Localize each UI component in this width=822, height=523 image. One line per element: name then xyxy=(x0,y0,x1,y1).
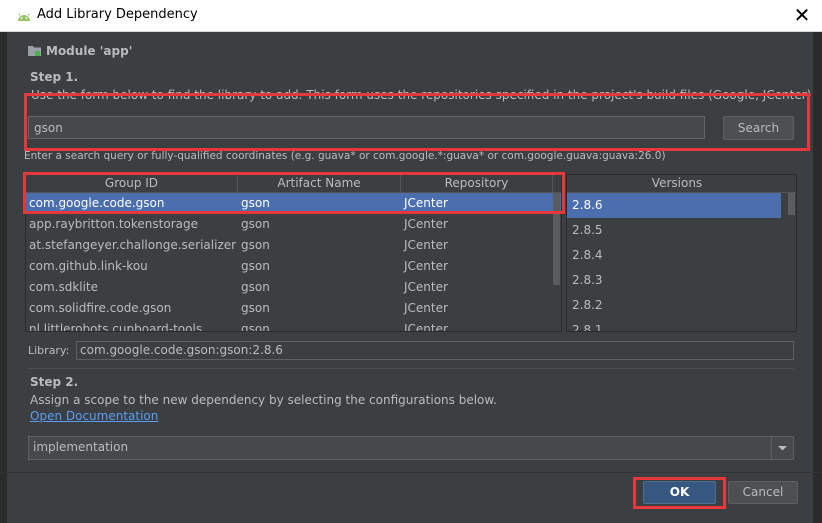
search-input[interactable] xyxy=(28,116,705,139)
versions-scrollbar-thumb[interactable] xyxy=(788,193,795,215)
cell-group-id: com.sdklite xyxy=(29,280,99,294)
footer-divider xyxy=(0,472,822,473)
cell-artifact: gson xyxy=(241,196,270,210)
table-row[interactable]: at.stefangeyer.challonge.serializer gson… xyxy=(26,235,561,256)
table-row[interactable]: com.google.code.gson gson JCenter xyxy=(26,193,561,214)
version-item[interactable]: 2.8.1 xyxy=(567,318,781,331)
table-row[interactable]: nl.littlerobots.cupboard-tools gson JCen… xyxy=(26,319,561,332)
window-title: Add Library Dependency xyxy=(37,7,198,22)
module-name: Module 'app' xyxy=(46,44,133,58)
cell-group-id: app.raybritton.tokenstorage xyxy=(29,217,198,231)
cell-repository: JCenter xyxy=(404,217,448,231)
close-icon[interactable]: ✕ xyxy=(788,2,816,28)
version-item[interactable]: 2.8.3 xyxy=(567,268,781,293)
results-header: Group ID Artifact Name Repository xyxy=(26,175,561,193)
cell-group-id: com.google.code.gson xyxy=(29,196,165,210)
cell-repository: JCenter xyxy=(404,322,448,332)
search-button-label: Search xyxy=(737,121,780,135)
cell-group-id: com.solidfire.code.gson xyxy=(29,301,172,315)
right-edge xyxy=(813,31,822,523)
step2-heading: Step 2. xyxy=(30,375,79,389)
ok-button-label: OK xyxy=(669,485,690,499)
versions-header: Versions xyxy=(567,175,796,193)
cell-artifact: gson xyxy=(241,217,270,231)
step2-description: Assign a scope to the new dependency by … xyxy=(30,393,497,407)
step1-heading: Step 1. xyxy=(30,70,79,84)
cell-artifact: gson xyxy=(241,280,270,294)
library-label: Library: xyxy=(28,344,70,357)
column-artifact-name[interactable]: Artifact Name xyxy=(238,175,401,192)
versions-list[interactable]: Versions 2.8.6 2.8.5 2.8.4 2.8.3 2.8.2 2… xyxy=(566,174,797,332)
version-item[interactable]: 2.8.6 xyxy=(567,193,781,218)
column-versions[interactable]: Versions xyxy=(567,175,787,192)
column-group-id[interactable]: Group ID xyxy=(26,175,238,192)
table-row[interactable]: com.sdklite gson JCenter xyxy=(26,277,561,298)
cell-repository: JCenter xyxy=(404,280,448,294)
search-hint: Enter a search query or fully-qualified … xyxy=(24,150,666,162)
cell-group-id: nl.littlerobots.cupboard-tools xyxy=(29,322,203,332)
step1-description: Use the form below to find the library t… xyxy=(31,88,812,102)
version-item[interactable]: 2.8.4 xyxy=(567,243,781,268)
android-icon xyxy=(18,13,30,21)
cell-repository: JCenter xyxy=(404,259,448,273)
library-field[interactable]: com.google.code.gson:gson:2.8.6 xyxy=(76,341,794,360)
title-bar: Add Library Dependency ✕ xyxy=(0,0,822,32)
table-row[interactable]: com.github.link-kou gson JCenter xyxy=(26,256,561,277)
section-divider xyxy=(28,368,794,369)
module-label: Module 'app' xyxy=(28,44,132,58)
version-item[interactable]: 2.8.5 xyxy=(567,218,781,243)
cancel-button[interactable]: Cancel xyxy=(728,481,798,504)
cell-repository: JCenter xyxy=(404,196,448,210)
configuration-select[interactable]: implementation xyxy=(28,436,794,460)
table-row[interactable]: com.solidfire.code.gson gson JCenter xyxy=(26,298,561,319)
left-edge xyxy=(0,31,7,523)
versions-scrollbar[interactable] xyxy=(788,193,795,331)
chevron-down-icon[interactable] xyxy=(771,437,793,459)
cell-artifact: gson xyxy=(241,259,270,273)
results-table[interactable]: Group ID Artifact Name Repository com.go… xyxy=(25,174,562,332)
open-documentation-link[interactable]: Open Documentation xyxy=(30,409,158,423)
table-row[interactable]: app.raybritton.tokenstorage gson JCenter xyxy=(26,214,561,235)
version-item[interactable]: 2.8.2 xyxy=(567,293,781,318)
results-scrollbar-thumb[interactable] xyxy=(553,193,560,285)
cell-group-id: at.stefangeyer.challonge.serializer xyxy=(29,238,237,252)
search-button[interactable]: Search xyxy=(723,116,794,140)
module-folder-icon xyxy=(28,46,41,56)
cell-artifact: gson xyxy=(241,301,270,315)
ok-button[interactable]: OK xyxy=(643,481,716,504)
configuration-value: implementation xyxy=(33,440,129,454)
results-scrollbar[interactable] xyxy=(553,193,560,331)
column-repository[interactable]: Repository xyxy=(401,175,553,192)
cell-artifact: gson xyxy=(241,238,270,252)
cell-group-id: com.github.link-kou xyxy=(29,259,148,273)
cell-artifact: gson xyxy=(241,322,270,332)
cancel-button-label: Cancel xyxy=(742,485,784,499)
cell-repository: JCenter xyxy=(404,238,448,252)
cell-repository: JCenter xyxy=(404,301,448,315)
